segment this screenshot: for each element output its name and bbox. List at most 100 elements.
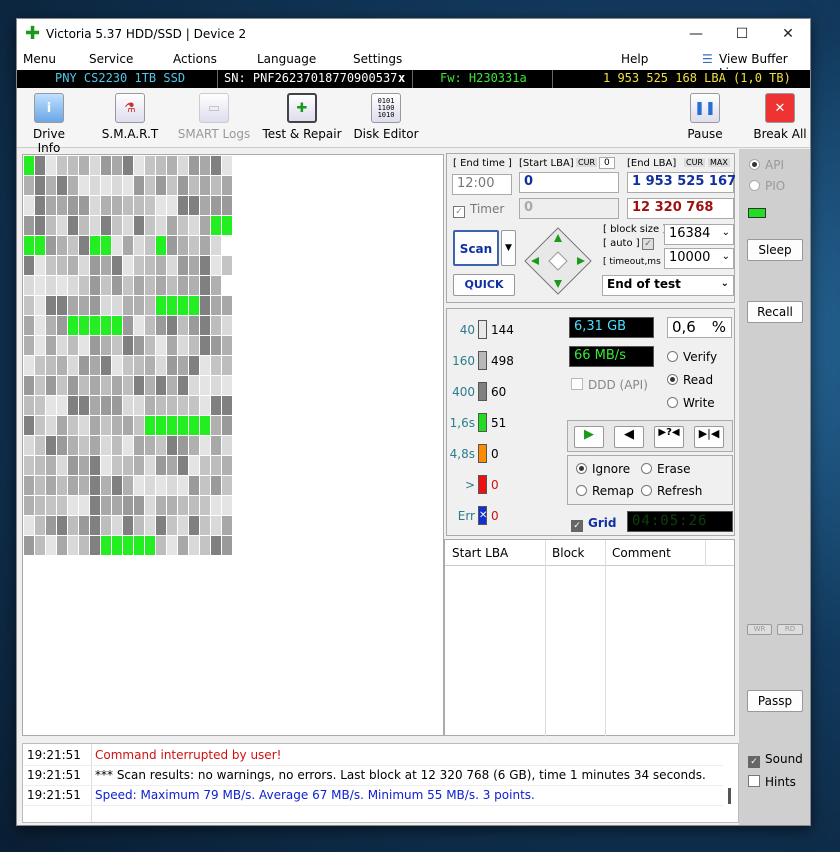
smart-button[interactable]: ⚗ S.M.A.R.T: [100, 93, 160, 141]
hints-checkbox[interactable]: Hints: [748, 775, 796, 789]
close-serial-icon[interactable]: x: [398, 71, 405, 85]
block-size-select[interactable]: 16384 ⌄: [664, 224, 734, 245]
scan-block: [145, 236, 155, 255]
scan-block: [189, 516, 199, 535]
scan-block: [211, 156, 221, 175]
quick-button[interactable]: QUICK: [453, 274, 515, 296]
legend-swatch: [478, 351, 487, 370]
close-button[interactable]: ✕: [765, 19, 811, 49]
verify-radio[interactable]: Verify: [667, 350, 717, 364]
scan-block: [178, 196, 188, 215]
menu-actions[interactable]: Actions: [173, 52, 217, 66]
rd-button[interactable]: RD: [777, 624, 803, 635]
timer-field[interactable]: 0: [519, 198, 619, 219]
scan-block: [167, 456, 177, 475]
scan-block: [68, 536, 78, 555]
col-comment[interactable]: Comment: [612, 546, 671, 560]
drive-info-button[interactable]: i Drive Info: [21, 93, 77, 155]
scan-block: [145, 276, 155, 295]
log-time: 19:21:51: [27, 768, 81, 782]
scan-block: [90, 296, 100, 315]
scan-block: [24, 456, 34, 475]
scan-block: [167, 236, 177, 255]
wr-button[interactable]: WR: [747, 624, 772, 635]
scan-block: [35, 276, 45, 295]
scan-block: [112, 316, 122, 335]
start-lba-field[interactable]: 0: [519, 172, 619, 193]
pio-radio[interactable]: PIO: [749, 179, 785, 193]
end-lba2-field[interactable]: 12 320 768: [627, 198, 734, 219]
pause-button[interactable]: ❚❚ Pause: [683, 93, 727, 141]
scan-block: [57, 216, 67, 235]
scan-block: [178, 256, 188, 275]
remap-radio[interactable]: Remap: [576, 484, 634, 498]
test-settings-panel: [ End time ] [Start LBA] CUR 0 [End LBA]…: [446, 153, 736, 303]
scan-block: [90, 236, 100, 255]
random-button[interactable]: ▶?◀: [654, 426, 684, 448]
scan-dropdown[interactable]: ▼: [501, 230, 516, 266]
timer-checkbox[interactable]: ✓ Timer: [453, 202, 504, 218]
recall-button[interactable]: Recall: [747, 301, 803, 323]
scan-block: [123, 316, 133, 335]
timeout-select[interactable]: 10000 ⌄: [664, 248, 734, 269]
scan-block: [57, 476, 67, 495]
butterfly-button[interactable]: ▶|◀: [694, 426, 724, 448]
scan-block: [222, 496, 232, 515]
erase-radio[interactable]: Erase: [641, 462, 691, 476]
end-time-field[interactable]: 12:00: [452, 174, 512, 195]
write-radio[interactable]: Write: [667, 396, 715, 410]
menu-language[interactable]: Language: [257, 52, 316, 66]
menu-settings[interactable]: Settings: [353, 52, 402, 66]
scan-block: [178, 376, 188, 395]
menu-help[interactable]: Help: [621, 52, 648, 66]
scan-block: [178, 496, 188, 515]
scan-block: [145, 476, 155, 495]
end-lba-field[interactable]: 1 953 525 167: [627, 172, 736, 193]
scan-block: [35, 336, 45, 355]
sleep-button[interactable]: Sleep: [747, 239, 803, 261]
ignore-radio[interactable]: Ignore: [576, 462, 630, 476]
read-radio[interactable]: Read: [667, 373, 713, 387]
log-scrollbar[interactable]: [728, 788, 731, 804]
scan-block: [222, 196, 232, 215]
minimize-button[interactable]: —: [673, 19, 719, 49]
reverse-button[interactable]: ◀: [614, 426, 644, 448]
col-block[interactable]: Block: [552, 546, 584, 560]
refresh-radio[interactable]: Refresh: [641, 484, 702, 498]
api-radio[interactable]: API: [749, 158, 784, 172]
ddd-api-checkbox[interactable]: DDD (API): [571, 378, 648, 392]
break-all-button[interactable]: ✕ Break All: [753, 93, 807, 141]
sound-checkbox[interactable]: ✓ Sound: [748, 752, 803, 768]
play-button[interactable]: ▶: [574, 426, 604, 448]
col-start-lba[interactable]: Start LBA: [452, 546, 508, 560]
end-of-test-select[interactable]: End of test ⌄: [602, 275, 734, 296]
passp-button[interactable]: Passp: [747, 690, 803, 712]
scan-button[interactable]: Scan: [453, 230, 499, 266]
scan-block: [46, 296, 56, 315]
max-label: MAX: [708, 158, 730, 167]
scan-block: [123, 196, 133, 215]
auto-checkbox[interactable]: ✓: [642, 237, 659, 250]
scan-block: [46, 276, 56, 295]
scan-block: [101, 176, 111, 195]
grid-checkbox[interactable]: ✓ Grid: [571, 516, 616, 532]
scan-block: [211, 356, 221, 375]
right-panel: API PIO Sleep Recall WR RD Passp ✓ Sound …: [739, 149, 810, 825]
menu-menu[interactable]: Menu: [23, 52, 56, 66]
maximize-button[interactable]: ☐: [719, 19, 765, 49]
test-repair-button[interactable]: ✚ Test & Repair: [262, 93, 342, 141]
scan-block: [57, 516, 67, 535]
scan-block: [145, 536, 155, 555]
scan-block: [178, 296, 188, 315]
direction-pad[interactable]: [523, 226, 593, 296]
scan-block: [112, 376, 122, 395]
auto-label: [ auto ]: [603, 238, 640, 249]
scan-block: [112, 296, 122, 315]
error-table: Start LBA Block Comment: [444, 539, 735, 737]
scan-block: [178, 516, 188, 535]
smart-logs-button[interactable]: ▭ SMART Logs: [177, 93, 251, 141]
disk-editor-button[interactable]: 0101 1100 1010 Disk Editor: [353, 93, 419, 141]
legend-row: >0: [449, 475, 569, 504]
scan-block: [101, 156, 111, 175]
menu-service[interactable]: Service: [89, 52, 133, 66]
